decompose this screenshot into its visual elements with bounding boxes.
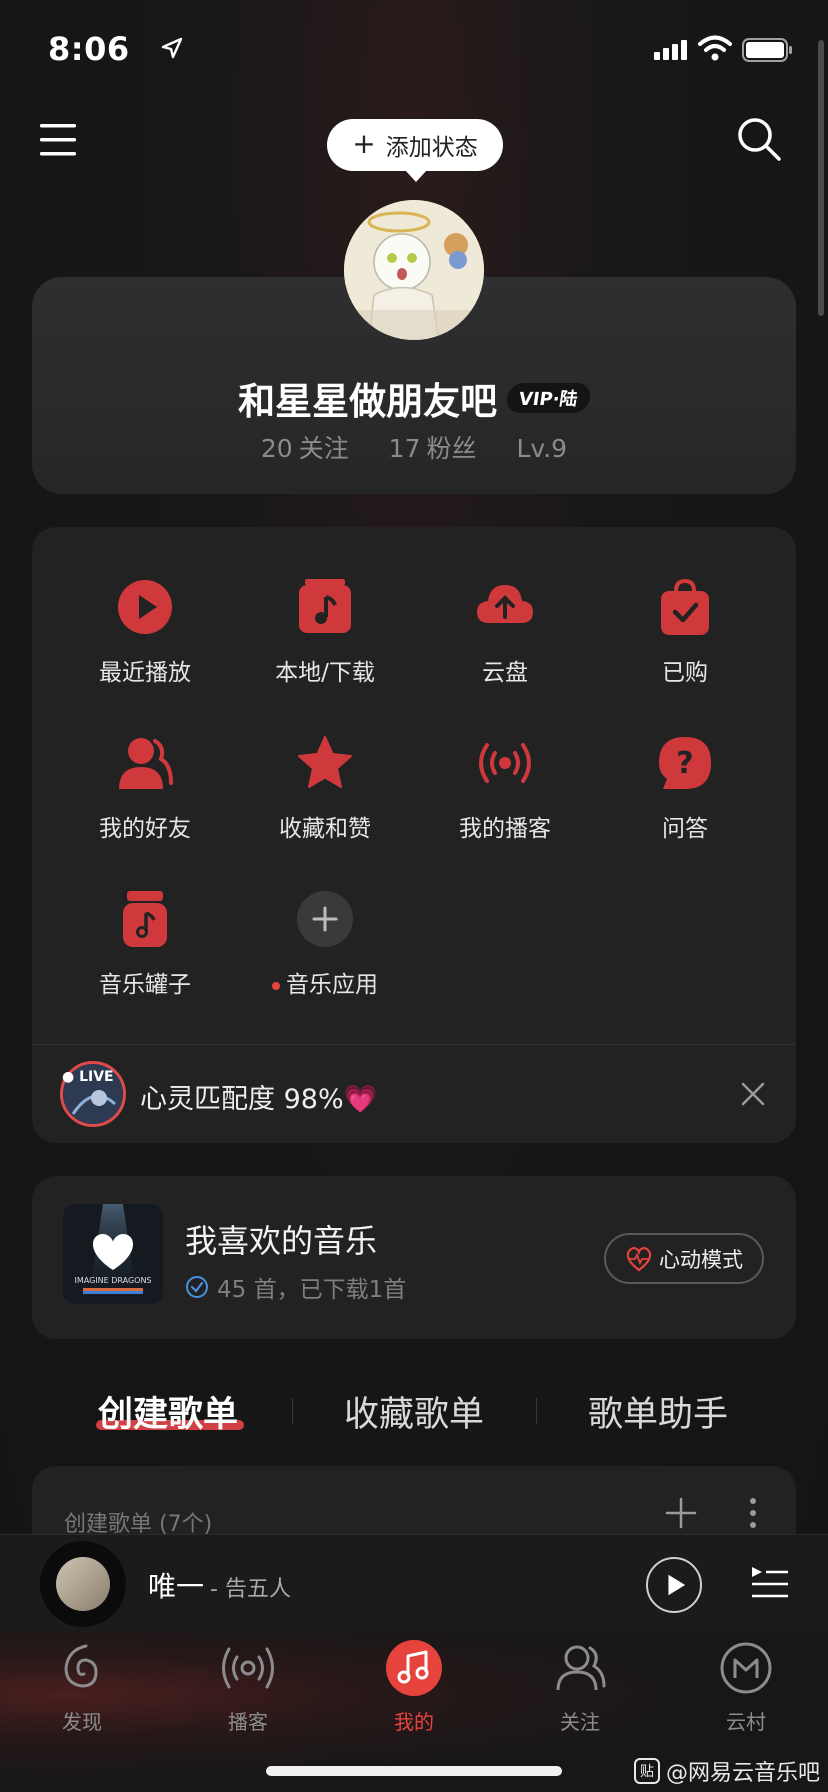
shortcut-recent-play[interactable]: 最近播放 (55, 577, 235, 687)
add-circle-icon (297, 891, 353, 947)
shortcut-friends[interactable]: 我的好友 (55, 733, 235, 843)
tab-created-playlists[interactable]: 创建歌单 (98, 1386, 238, 1437)
more-vertical-icon[interactable] (746, 1496, 760, 1530)
tab-divider (292, 1398, 293, 1424)
battery-icon (742, 38, 792, 62)
shortcut-purchased[interactable]: 已购 (595, 577, 775, 687)
now-playing[interactable]: 唯一 - 告五人 (148, 1565, 291, 1605)
following-stat[interactable]: 20 关注 (261, 434, 349, 463)
music-jar-icon (123, 891, 167, 947)
add-icon[interactable] (664, 1496, 698, 1530)
liked-music-card[interactable]: IMAGINE DRAGONS 我喜欢的音乐 45 首，已下载1首 心动模式 (32, 1176, 796, 1339)
broadcast-icon (479, 743, 531, 783)
play-button[interactable] (646, 1557, 702, 1613)
village-icon (720, 1642, 772, 1694)
liked-music-cover[interactable]: IMAGINE DRAGONS (63, 1204, 163, 1304)
shortcut-favorites[interactable]: 收藏和赞 (235, 733, 415, 843)
soul-match-text[interactable]: 心灵匹配度 98%💗 (140, 1077, 377, 1116)
cellular-signal-icon (654, 40, 687, 60)
followers-stat[interactable]: 17 粉丝 (389, 434, 477, 463)
nav-my-music[interactable]: 我的 (364, 1638, 464, 1735)
question-bubble-icon: ? (659, 737, 711, 789)
shortcut-cloud-drive[interactable]: 云盘 (415, 577, 595, 687)
my-music-icon (386, 1640, 442, 1696)
nav-podcast[interactable]: 播客 (198, 1638, 298, 1735)
shortcut-music-jar[interactable]: 音乐罐子 (55, 889, 235, 999)
watermark-badge: 贴 (634, 1758, 660, 1784)
tab-divider (536, 1398, 537, 1424)
nav-village[interactable]: 云村 (696, 1638, 796, 1735)
download-check-icon (186, 1276, 208, 1298)
plus-icon: + (352, 126, 376, 160)
menu-icon[interactable] (38, 122, 80, 158)
wifi-icon (698, 35, 732, 61)
scrollbar[interactable] (818, 40, 824, 316)
heart-mode-button[interactable]: 心动模式 (604, 1233, 764, 1284)
username[interactable]: 和星星做朋友吧 (238, 371, 497, 425)
tab-collected-playlists[interactable]: 收藏歌单 (344, 1386, 484, 1437)
discover-icon (64, 1644, 98, 1688)
tab-playlist-assistant[interactable]: 歌单助手 (588, 1386, 728, 1437)
album-disc[interactable] (40, 1541, 126, 1627)
heartbeat-icon (626, 1246, 652, 1271)
nav-discover[interactable]: 发现 (32, 1638, 132, 1735)
cover-text: IMAGINE DRAGONS (74, 1276, 152, 1285)
song-artist: - 告五人 (210, 1577, 291, 1602)
add-status-button[interactable]: + 添加状态 (327, 119, 503, 182)
divider (32, 1044, 796, 1045)
home-indicator[interactable] (266, 1766, 562, 1776)
cloud-upload-icon (477, 585, 533, 623)
playlist-queue-icon[interactable] (750, 1563, 790, 1603)
play-circle-icon (118, 580, 172, 634)
vip-badge[interactable]: VIP·陆 (505, 383, 592, 413)
liked-music-title: 我喜欢的音乐 (185, 1222, 378, 1260)
avatar[interactable] (344, 200, 484, 340)
status-time: 8:06 (48, 30, 130, 68)
star-icon (298, 736, 352, 788)
music-folder-icon (299, 579, 351, 633)
shortcut-qa[interactable]: ? 问答 (595, 733, 775, 843)
song-title: 唯一 (148, 1570, 205, 1603)
shortcut-my-podcast[interactable]: 我的播客 (415, 733, 595, 843)
watermark: 贴 @网易云音乐吧 (634, 1755, 820, 1787)
svg-text:?: ? (676, 746, 693, 781)
new-dot-indicator (272, 981, 280, 990)
search-icon[interactable] (734, 114, 784, 164)
shortcut-music-apps[interactable]: 音乐应用 (235, 889, 415, 999)
location-arrow-icon (161, 37, 183, 59)
shortcuts-card: 最近播放 本地/下载 云盘 已购 我的好友 收藏和赞 我的播客 ? 问答 音乐罐… (32, 527, 796, 1143)
add-status-label: 添加状态 (385, 135, 478, 161)
live-tag: ● LIVE (62, 1069, 114, 1085)
level-stat[interactable]: Lv.9 (516, 434, 567, 463)
nav-follow[interactable]: 关注 (530, 1638, 630, 1735)
username-row: 和星星做朋友吧 VIP·陆 (32, 371, 796, 425)
friends-icon (119, 738, 173, 789)
close-icon[interactable] (740, 1081, 766, 1107)
shopping-bag-icon (661, 578, 709, 635)
profile-stats: 20 关注 17 粉丝 Lv.9 (32, 429, 796, 465)
podcast-icon (222, 1647, 274, 1689)
liked-music-subtitle: 45 首，已下载1首 (185, 1270, 406, 1304)
watermark-text: @网易云音乐吧 (666, 1761, 821, 1786)
shortcut-local-download[interactable]: 本地/下载 (235, 577, 415, 687)
follow-icon (556, 1645, 606, 1691)
mini-player[interactable]: 唯一 - 告五人 (0, 1534, 828, 1632)
